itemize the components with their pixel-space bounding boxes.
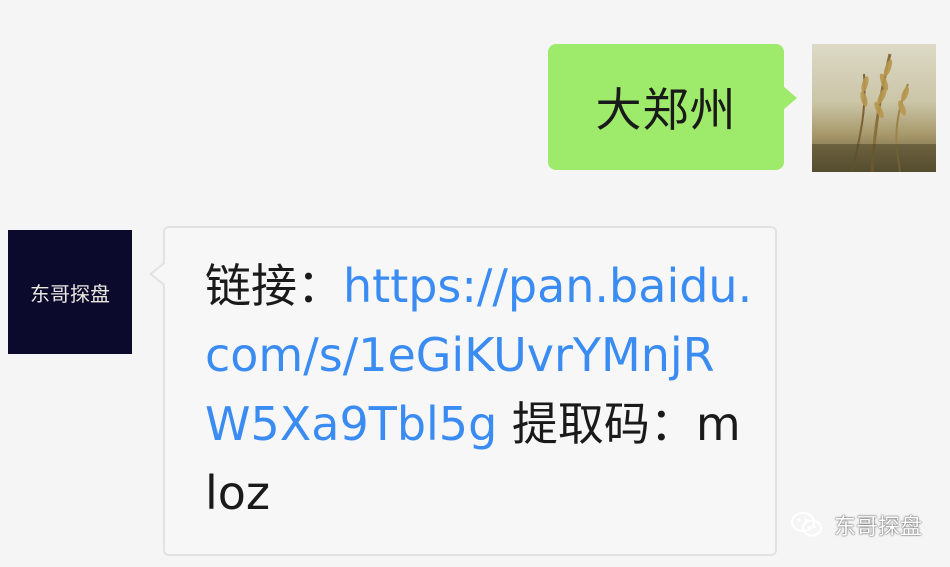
outgoing-message: 大郑州	[548, 44, 936, 172]
wechat-icon	[790, 511, 824, 539]
watermark: 东哥探盘	[790, 509, 922, 541]
contact-avatar[interactable]: 东哥探盘	[8, 230, 132, 354]
outgoing-message-text: 大郑州	[595, 83, 737, 137]
watermark-text: 东哥探盘	[833, 515, 922, 540]
incoming-message-text: 链接：https://pan.baidu.com/s/1eGiKUvrYMnjR…	[205, 252, 753, 528]
incoming-bubble[interactable]: 链接：https://pan.baidu.com/s/1eGiKUvrYMnjR…	[149, 226, 777, 556]
incoming-message: 东哥探盘 链接：https://pan.baidu.com/s/1eGiKUvr…	[8, 226, 777, 556]
contact-avatar-label: 东哥探盘	[30, 281, 110, 306]
sender-avatar[interactable]	[812, 44, 936, 172]
wheat-photo	[812, 53, 936, 172]
link-label: 链接：	[205, 259, 343, 313]
code-label: 提取码：	[497, 397, 696, 451]
outgoing-bubble[interactable]: 大郑州	[548, 44, 797, 170]
